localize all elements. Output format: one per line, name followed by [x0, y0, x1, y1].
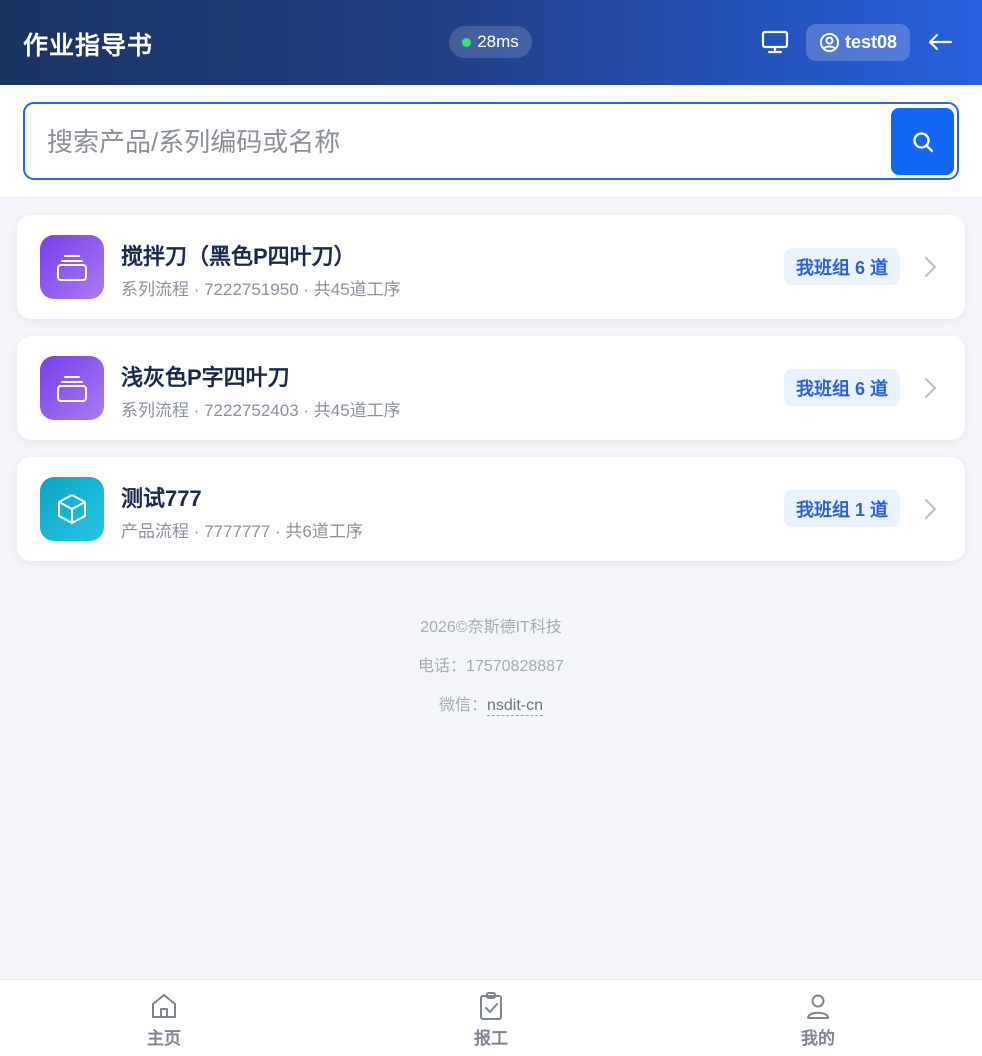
latency-value: 28ms: [477, 32, 519, 51]
team-step-badge: 我班组 6 道: [784, 248, 900, 285]
item-title: 浅灰色P字四叶刀: [121, 365, 290, 390]
nav-report-label: 报工: [474, 1029, 508, 1048]
layers-icon: [40, 235, 104, 299]
nav-home[interactable]: 主页: [104, 980, 224, 1056]
app-header: 作业指导书 28ms test08: [0, 0, 982, 85]
item-meta: 系列流程 · 7222752403 · 共45道工序: [121, 401, 401, 420]
list-item[interactable]: 浅灰色P字四叶刀 系列流程 · 7222752403 · 共45道工序 我班组 …: [17, 336, 965, 440]
footer-phone: 电话：17570828887: [418, 658, 564, 675]
monitor-icon[interactable]: [760, 28, 790, 56]
clipboard-check-icon: [476, 991, 506, 1021]
search-icon: [911, 130, 935, 154]
item-title: 测试777: [121, 486, 202, 511]
footer-copyright: 2026©奈斯德IT科技: [420, 619, 562, 636]
search-button[interactable]: [891, 108, 954, 175]
search-section: [0, 85, 982, 198]
arrow-left-icon[interactable]: [926, 28, 954, 56]
item-title: 搅拌刀（黑色P四叶刀）: [121, 244, 356, 269]
home-icon: [149, 991, 179, 1021]
wechat-label: 微信：: [438, 697, 487, 714]
wechat-id-link[interactable]: nsdit-cn: [486, 697, 544, 716]
status-dot: [462, 37, 472, 47]
latency-indicator: 28ms: [449, 26, 532, 58]
chevron-right-icon: [920, 376, 940, 400]
user-menu-button[interactable]: test08: [806, 24, 910, 61]
team-step-badge: 我班组 1 道: [784, 490, 900, 527]
chevron-right-icon: [920, 255, 940, 279]
nav-report[interactable]: 报工: [431, 980, 551, 1056]
cube-icon: [40, 477, 104, 541]
layers-icon: [40, 356, 104, 420]
item-meta: 系列流程 · 7222751950 · 共45道工序: [121, 280, 401, 299]
footer-wechat: 微信：nsdit-cn: [0, 691, 982, 716]
nav-home-label: 主页: [147, 1029, 181, 1048]
user-circle-icon: [819, 32, 840, 53]
list-item[interactable]: 搅拌刀（黑色P四叶刀） 系列流程 · 7222751950 · 共45道工序 我…: [17, 215, 965, 319]
bottom-nav: 主页 报工 我的: [0, 979, 982, 1056]
item-meta: 产品流程 · 7777777 · 共6道工序: [121, 522, 363, 541]
chevron-right-icon: [920, 497, 940, 521]
search-box: [23, 102, 959, 180]
list-item[interactable]: 测试777 产品流程 · 7777777 · 共6道工序 我班组 1 道: [17, 457, 965, 561]
username: test08: [844, 32, 898, 52]
person-icon: [803, 991, 833, 1021]
nav-profile-label: 我的: [801, 1029, 835, 1048]
team-step-badge: 我班组 6 道: [784, 369, 900, 406]
nav-profile[interactable]: 我的: [758, 980, 878, 1056]
app-title: 作业指导书: [23, 32, 154, 60]
search-input[interactable]: [47, 120, 877, 164]
